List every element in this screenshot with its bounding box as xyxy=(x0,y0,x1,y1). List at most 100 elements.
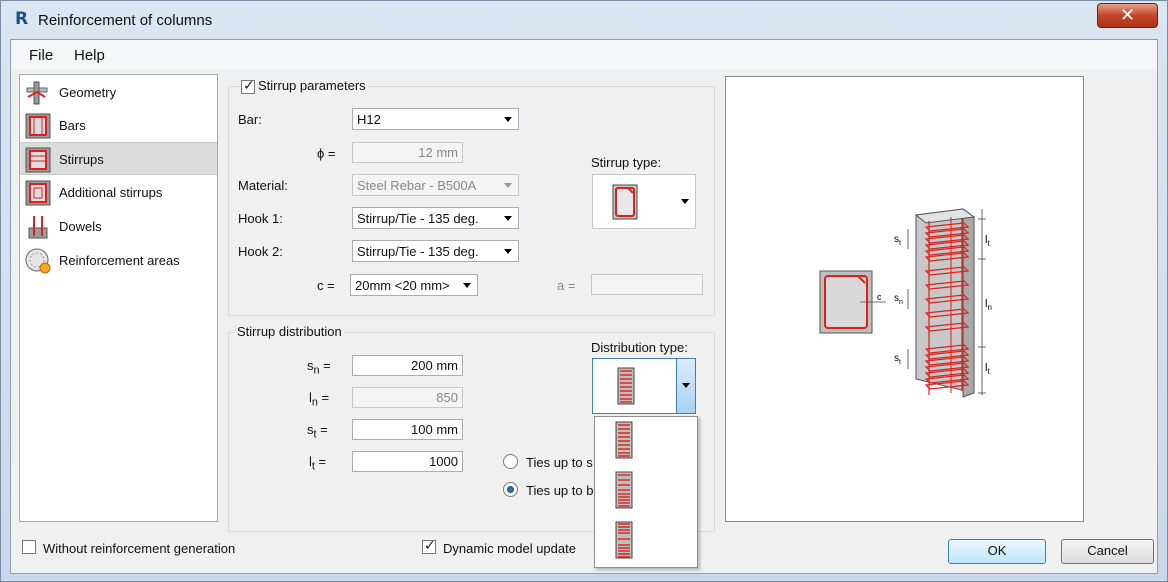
stirrup-type-select[interactable] xyxy=(592,174,696,229)
without-generation-checkbox[interactable] xyxy=(22,540,36,554)
cover-dim-label: c xyxy=(877,292,882,302)
a-label: a = xyxy=(557,278,576,293)
chevron-down-icon xyxy=(504,216,512,221)
menu-file[interactable]: File xyxy=(29,47,53,64)
lt-subscript: t xyxy=(311,460,315,473)
dialog-body: File Help Geometry Bars Stirrups Additio… xyxy=(10,39,1158,574)
dowels-icon xyxy=(28,216,48,239)
ln-field: 850 xyxy=(352,387,463,408)
stirrup-shape-icon xyxy=(612,184,638,220)
without-generation-label: Without reinforcement generation xyxy=(43,541,236,556)
nav-label-geometry: Geometry xyxy=(59,85,117,100)
hook2-select-value: Stirrup/Tie - 135 deg. xyxy=(357,244,479,259)
nav-label-reinforcement-areas: Reinforcement areas xyxy=(59,253,180,268)
title-bar[interactable]: R Reinforcement of columns ✕ xyxy=(1,1,1167,37)
stirrup-parameters-checkbox[interactable]: ✓ xyxy=(241,78,255,94)
hook2-label: Hook 2: xyxy=(238,244,283,259)
st-dim-bottom: st xyxy=(894,353,901,366)
lt-field[interactable]: 1000 xyxy=(352,451,463,472)
phi-label: ϕ = xyxy=(317,146,336,161)
material-label: Material: xyxy=(238,178,288,193)
ln-equals: = xyxy=(321,390,330,405)
ties-option-2-radio[interactable] xyxy=(503,482,518,497)
nav-item-dowels[interactable]: Dowels xyxy=(20,210,217,243)
nav-label-dowels: Dowels xyxy=(59,219,102,234)
chevron-down-icon xyxy=(504,183,512,188)
c-label: c = xyxy=(317,278,335,293)
stirrup-distribution-label: Stirrup distribution xyxy=(235,324,344,339)
nav-item-bars[interactable]: Bars xyxy=(20,109,217,142)
column-preview-svg: c lt ln lt st sn st xyxy=(819,208,992,398)
distribution-option-uniform[interactable] xyxy=(615,421,633,459)
lt-equals: = xyxy=(318,454,327,469)
st-dim-top: st xyxy=(894,234,901,247)
ln-label: ln = xyxy=(309,390,329,409)
stirrups-icon xyxy=(25,147,51,173)
sn-equals: = xyxy=(323,358,331,373)
ok-button[interactable]: OK xyxy=(948,539,1046,564)
nav-item-additional-stirrups[interactable]: Additional stirrups xyxy=(20,176,217,209)
column-preview-drawing: c lt ln lt st sn st xyxy=(725,76,1084,522)
additional-stirrups-icon xyxy=(25,180,51,206)
st-subscript: t xyxy=(313,428,317,441)
phi-field: 12 mm xyxy=(352,142,463,163)
menu-help[interactable]: Help xyxy=(74,47,105,64)
app-logo-icon: R xyxy=(15,9,29,29)
distribution-type-dropdown-button[interactable] xyxy=(676,359,695,413)
bar-select-value: H12 xyxy=(357,112,381,127)
nav-label-additional-stirrups: Additional stirrups xyxy=(59,185,163,200)
hook1-select-value: Stirrup/Tie - 135 deg. xyxy=(357,211,479,226)
cover-select[interactable]: 20mm <20 mm> xyxy=(350,274,478,296)
chevron-down-icon xyxy=(681,199,689,204)
dynamic-update-label: Dynamic model update xyxy=(443,541,576,556)
hook1-select[interactable]: Stirrup/Tie - 135 deg. xyxy=(352,207,519,229)
hook2-select[interactable]: Stirrup/Tie - 135 deg. xyxy=(352,240,519,262)
distribution-type-label: Distribution type: xyxy=(591,340,688,355)
nav-item-stirrups[interactable]: Stirrups xyxy=(20,142,217,175)
distribution-option-dense-ends[interactable] xyxy=(615,521,633,559)
sn-field[interactable]: 200 mm xyxy=(352,355,463,376)
nav-item-reinforcement-areas[interactable]: Reinforcement areas xyxy=(20,244,217,277)
sn-dim: sn xyxy=(894,293,903,306)
st-label: st = xyxy=(307,422,328,441)
distribution-type-select[interactable] xyxy=(592,358,696,414)
stirrup-parameters-label: Stirrup parameters xyxy=(256,78,368,93)
ties-option-1-label: Ties up to s xyxy=(526,455,593,470)
distribution-uniform-icon xyxy=(617,367,635,405)
bar-select[interactable]: H12 xyxy=(352,108,519,130)
window-title: Reinforcement of columns xyxy=(38,12,213,29)
lt-label: lt = xyxy=(309,454,326,473)
stirrup-type-label: Stirrup type: xyxy=(591,155,662,170)
ln-dim: ln xyxy=(985,298,992,312)
nav-label-stirrups: Stirrups xyxy=(59,152,104,167)
sn-label: sn = xyxy=(307,358,331,377)
nav-label-bars: Bars xyxy=(59,118,86,133)
radio-selected-dot xyxy=(507,486,514,493)
st-equals: = xyxy=(320,422,328,437)
close-button[interactable]: ✕ xyxy=(1097,3,1158,28)
distribution-type-list xyxy=(594,416,698,568)
lt-dim-bottom: lt xyxy=(985,362,990,376)
ties-option-1-radio[interactable] xyxy=(503,454,518,469)
sn-subscript: n xyxy=(313,364,320,377)
nav-item-geometry[interactable]: Geometry xyxy=(20,76,217,109)
chevron-down-icon xyxy=(504,117,512,122)
hook1-label: Hook 1: xyxy=(238,211,283,226)
cover-select-value: 20mm <20 mm> xyxy=(355,278,450,293)
lt-dim-top: lt xyxy=(985,234,990,248)
check-icon: ✓ xyxy=(243,78,255,94)
ln-subscript: n xyxy=(311,396,318,409)
chevron-down-icon xyxy=(463,283,471,288)
dynamic-update-checkbox[interactable]: ✓ xyxy=(422,538,436,554)
a-field xyxy=(591,274,703,295)
distribution-option-dense-bottom[interactable] xyxy=(615,471,633,509)
chevron-down-icon xyxy=(682,383,690,388)
st-field[interactable]: 100 mm xyxy=(352,419,463,440)
geometry-icon xyxy=(26,81,48,105)
ties-option-2-label: Ties up to b xyxy=(526,483,594,498)
bar-label: Bar: xyxy=(238,112,262,127)
reinforcement-areas-icon xyxy=(25,248,51,274)
section-list: Geometry Bars Stirrups Additional stirru… xyxy=(19,74,218,522)
dialog-window: R Reinforcement of columns ✕ File Help G… xyxy=(0,0,1168,582)
cancel-button[interactable]: Cancel xyxy=(1061,539,1154,564)
